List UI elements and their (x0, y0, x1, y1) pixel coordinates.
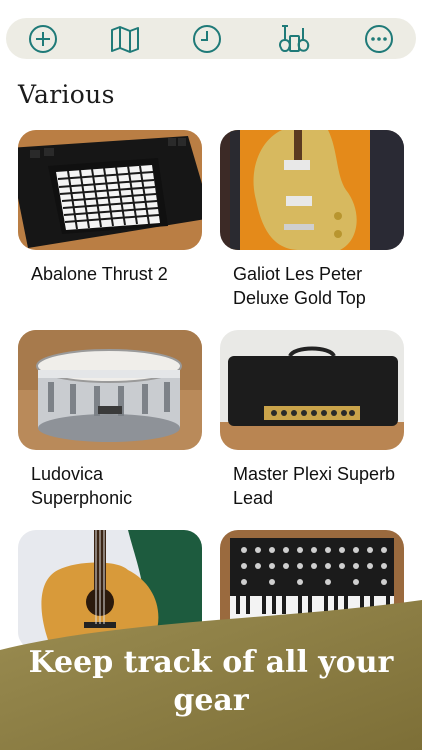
gear-photo (220, 130, 404, 250)
map-icon (111, 26, 139, 53)
gear-photo (18, 330, 202, 450)
gear-name: Ludovica Superphonic (31, 464, 133, 508)
top-toolbar (6, 18, 416, 59)
gear-card[interactable]: Abalone Thrust 2 (18, 130, 202, 286)
gear-name: Abalone Thrust 2 (31, 264, 168, 284)
gear-name: Master Plexi Superb Lead (233, 464, 396, 508)
more-icon (365, 25, 393, 53)
map-button[interactable] (108, 22, 142, 56)
guitars-icon (279, 25, 310, 52)
gear-card[interactable]: Master Plexi Superb Lead (220, 330, 404, 510)
promo-banner: Keep track of all your gear (0, 600, 422, 750)
section-title: Various (18, 80, 115, 109)
gear-card[interactable]: Ludovica Superphonic (18, 330, 202, 510)
more-button[interactable] (362, 22, 396, 56)
collection-button[interactable] (276, 22, 310, 56)
history-button[interactable] (190, 22, 224, 56)
gear-photo (18, 130, 202, 250)
clock-icon (193, 25, 221, 53)
banner-headline: Keep track of all your gear (28, 645, 394, 718)
add-button[interactable] (26, 22, 60, 56)
add-icon (29, 25, 57, 53)
gear-name: Galiot Les Peter Deluxe Gold Top (233, 264, 366, 308)
gear-photo (220, 330, 404, 450)
gear-card[interactable]: Galiot Les Peter Deluxe Gold Top (220, 130, 404, 310)
